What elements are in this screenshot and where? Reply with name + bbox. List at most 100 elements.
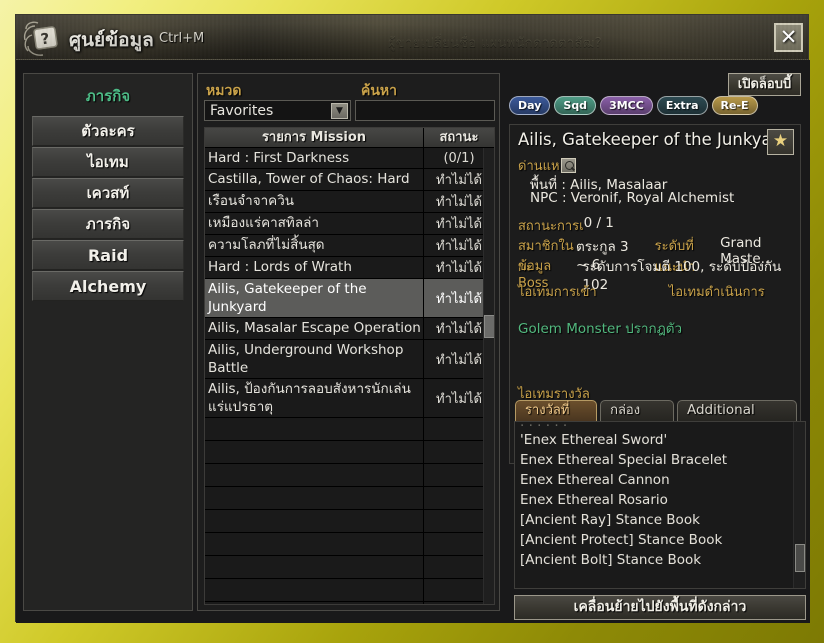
mission-table-scroll-thumb[interactable] [484,315,494,338]
table-row[interactable]: Castilla, Tower of Chaos: Hard ทำไม่ได้ [205,169,494,191]
mission-name-cell: Ailis, Gatekeeper of the Junkyard [205,279,424,317]
reward-list-scroll-thumb[interactable] [795,544,805,572]
mission-name-cell [205,602,424,604]
reward-list-scrollbar[interactable] [793,422,805,588]
detail-status-value: 0 / 1 [583,215,614,231]
table-row[interactable]: Ailis, Masalar Escape Operation ทำไม่ได้ [205,318,494,340]
mission-list-panel: หมวด ค้นหา Favorites ▼ รายการ Mission สถ… [197,73,500,611]
sidebar-title: ภารกิจ [85,87,131,105]
tab-reward-1[interactable]: รางวัลที่ดรอป [515,400,598,437]
info-center-logo-icon: ? [23,20,63,58]
table-row-empty[interactable] [205,556,494,579]
reward-list: · · · · · · 'Enex Ethereal Sword' Enex Eth… [514,421,806,589]
table-row[interactable]: เหมืองแร่คาสทิลล่า ทำไม่ได้ [205,213,494,235]
table-row[interactable]: Hard : Lords of Wrath ทำไม่ได้ [205,257,494,279]
reward-list-item[interactable]: Enex Ethereal Special Bracelet [515,450,805,470]
reward-list-item[interactable]: [Ancient Protect] Stance Book [515,530,805,550]
chevron-down-icon[interactable]: ▼ [331,103,348,119]
tab-reward-2[interactable]: กล่องรางวัล [600,400,674,437]
filter-pill-day[interactable]: Day [509,96,551,115]
page-title: ศูนย์ข้อมูล [69,29,154,51]
table-row-empty[interactable] [205,579,494,602]
reward-list-item[interactable]: Enex Ethereal Cannon [515,470,805,490]
favorite-star-icon[interactable]: ★ [767,129,794,155]
sidebar-item-item[interactable]: ไอเทม [32,147,184,177]
reward-list-item[interactable]: [Ancient Bolt] Stance Book [515,550,805,570]
reward-list-body: · · · · · · 'Enex Ethereal Sword' Enex Eth… [515,422,805,570]
table-row-empty[interactable] [205,510,494,533]
mission-name-cell [205,441,424,463]
filter-pill-row: Day Sqd 3MCC Extra Re-E [509,96,758,116]
table-row[interactable]: Hard : First Darkness (0/1) [205,148,494,169]
tab-additional-reward[interactable]: Additional Reward [676,400,797,437]
category-label: หมวด [206,83,242,99]
detail-notice: Golem Monster ปรากฎตัว [518,321,683,337]
mission-name-cell [205,487,424,509]
sidebar-item-quest[interactable]: เควสท์ [32,178,184,208]
filter-pill-sqd[interactable]: Sqd [554,96,597,115]
background-watermark-line1: ผู้ขายเปลี่ยนชื่อ แผนพนักดาดตาลัฒ? [388,36,602,51]
sidebar-item-alchemy[interactable]: Alchemy [32,271,184,301]
mission-detail-panel: เปิดล็อบบี้ Day Sqd 3MCC Extra Re-E Ailis, G… [505,73,806,620]
mission-name-cell: Castilla, Tower of Chaos: Hard [205,169,424,190]
detail-npc-text: NPC : Veronif, Royal Alchemist [530,190,735,206]
reward-list-item[interactable]: 'Enex Ethereal Sword' [515,430,805,450]
open-lobby-button[interactable]: เปิดล็อบบี้ [728,73,801,96]
mission-name-cell [205,418,424,440]
table-row[interactable]: Ailis, ป้องกันการลอบสังหารนักเล่นแร่แปรธ… [205,379,494,418]
detail-status-row: สถานะการเ 0 / 1 [518,215,614,236]
sidebar-item-mission[interactable]: ภารกิจ [32,209,184,239]
sidebar-item-raid[interactable]: Raid [32,240,184,270]
mission-name-cell: Hard : Lords of Wrath [205,257,424,278]
table-row[interactable]: ความโลภที่ไม่สิ้นสุด ทำไม่ได้ [205,235,494,257]
background-watermark-line2: คร [388,51,404,59]
table-row-empty[interactable] [205,533,494,556]
table-row[interactable]: Ailis, Gatekeeper of the Junkyard ทำไม่ได… [205,279,494,318]
table-row-empty[interactable] [205,441,494,464]
table-row-empty[interactable] [205,602,494,604]
title-bar: ผู้ขายเปลี่ยนชื่อ แผนพนักดาดตาลัฒ? คร ? … [16,15,808,60]
detail-status-label: สถานะการเ [518,219,584,234]
window-body: ภารกิจ ตัวละคร ไอเทม เควสท์ ภารกิจ Raid … [16,60,810,623]
mission-name-cell [205,556,424,578]
magnifier-icon[interactable] [560,158,576,173]
filter-pill-3mcc[interactable]: 3MCC [600,96,653,115]
move-to-area-button[interactable]: เคลื่อนย้ายไปยังพื้นที่ดังกล่าว [514,595,806,620]
filter-pill-extra[interactable]: Extra [656,96,708,115]
window-frame: ผู้ขายเปลี่ยนชื่อ แผนพนักดาดตาลัฒ? คร ? … [0,0,824,643]
table-header: รายการ Mission สถานะ [205,128,494,148]
mission-name-cell: Hard : First Darkness [205,148,424,168]
mission-table: รายการ Mission สถานะ Hard : First Darkne… [204,127,495,605]
category-dropdown[interactable]: Favorites ▼ [204,100,351,121]
mission-name-cell: Ailis, Underground Workshop Battle [205,340,424,378]
table-row-empty[interactable] [205,418,494,441]
table-row[interactable]: เรือนจำจาควิน ทำไม่ได้ [205,191,494,213]
progress-item-label: ไอเทมดำเนินการ [668,285,765,300]
reward-list-item[interactable]: Enex Ethereal Rosario [515,490,805,510]
reward-tabs: รางวัลที่ดรอปกล่องรางวัลAdditional Rewar… [515,400,800,437]
column-header-mission: รายการ Mission [205,128,424,147]
entry-item-label: ไอเทมการเข้า [518,285,597,300]
close-icon[interactable]: ✕ [774,23,803,52]
mission-name-cell: เหมืองแร่คาสทิลล่า [205,213,424,234]
search-input[interactable] [355,100,495,121]
table-row-empty[interactable] [205,487,494,510]
reward-list-item[interactable]: [Ancient Ray] Stance Book [515,510,805,530]
table-row-empty[interactable] [205,464,494,487]
mission-name-cell: Ailis, ป้องกันการลอบสังหารนักเล่นแร่แปรธ… [205,379,424,417]
sidebar-item-character[interactable]: ตัวละคร [32,116,184,146]
shortcut-hint: Ctrl+M [159,31,205,46]
mission-name-cell [205,533,424,555]
filter-pill-re-e[interactable]: Re-E [711,96,758,115]
mission-name-cell [205,579,424,601]
detail-items-row: ไอเทมการเข้า ไอเทมดำเนินการ [518,281,798,302]
mission-table-scrollbar[interactable] [483,148,494,604]
table-body: Hard : First Darkness (0/1) Castilla, Towe… [205,148,494,604]
column-header-status: สถานะ [439,130,479,145]
sidebar: ภารกิจ ตัวละคร ไอเทม เควสท์ ภารกิจ Raid … [23,73,193,611]
mission-name-cell [205,510,424,532]
table-row[interactable]: Ailis, Underground Workshop Battle ทำไม่ไ… [205,340,494,379]
mission-detail-title: Ailis, Gatekeeper of the Junkyard [518,130,789,149]
window-inner: ผู้ขายเปลี่ยนชื่อ แผนพนักดาดตาลัฒ? คร ? … [15,14,810,623]
search-label: ค้นหา [361,83,398,99]
